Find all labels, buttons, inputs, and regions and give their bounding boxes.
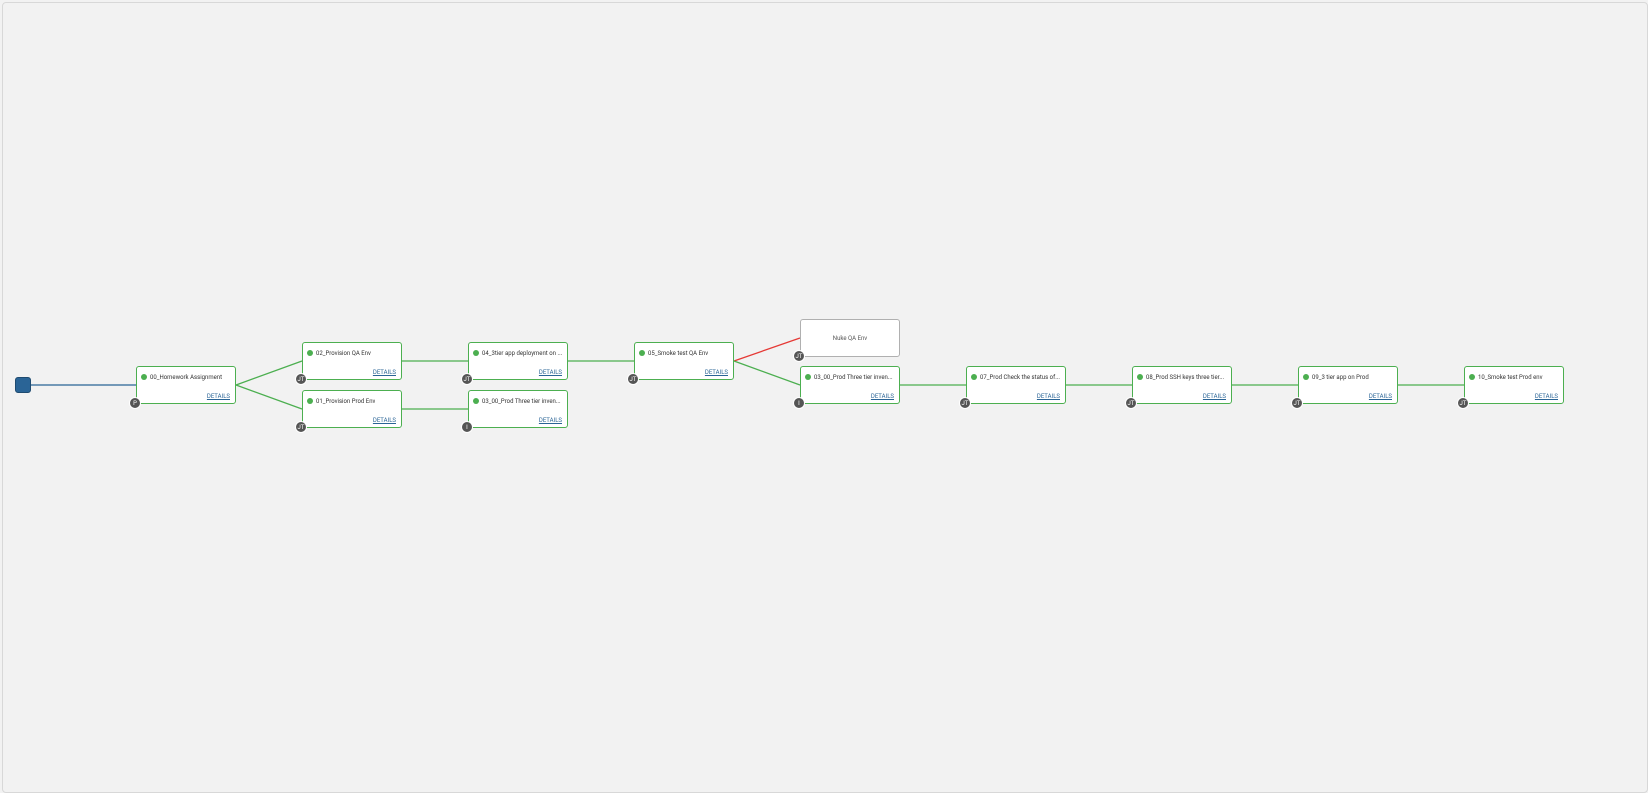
details-link[interactable]: DETAILS: [1203, 393, 1226, 400]
workflow-node[interactable]: 05_Smoke test QA Env DETAILS: [634, 342, 734, 380]
workflow-node[interactable]: 07_Prod Check the status of... DETAILS: [966, 366, 1066, 404]
node-header: 02_Provision QA Env: [303, 343, 401, 360]
details-link[interactable]: DETAILS: [871, 393, 894, 400]
details-link[interactable]: DETAILS: [539, 417, 562, 424]
node-title: 09_3 tier app on Prod: [1312, 374, 1369, 381]
workflow-node[interactable]: 01_Provision Prod Env DETAILS: [302, 390, 402, 428]
edge: [734, 361, 800, 385]
node-type-badge: JT: [1291, 397, 1303, 409]
status-dot-icon: [473, 398, 479, 404]
node-title: 05_Smoke test QA Env: [648, 350, 708, 357]
node-type-badge: P: [129, 397, 141, 409]
details-link[interactable]: DETAILS: [539, 369, 562, 376]
workflow-node[interactable]: 10_Smoke test Prod env DETAILS: [1464, 366, 1564, 404]
node-type-badge: I: [461, 421, 473, 433]
node-type-badge: JT: [1457, 397, 1469, 409]
workflow-node[interactable]: 03_00_Prod Three tier inven... DETAILS: [468, 390, 568, 428]
edge: [236, 361, 302, 385]
node-title: Nuke QA Env: [801, 320, 899, 356]
details-link[interactable]: DETAILS: [1369, 393, 1392, 400]
node-header: 07_Prod Check the status of...: [967, 367, 1065, 384]
workflow-node[interactable]: 04_3tier app deployment on ... DETAILS: [468, 342, 568, 380]
workflow-node[interactable]: 03_00_Prod Three tier inven... DETAILS: [800, 366, 900, 404]
node-title: 10_Smoke test Prod env: [1478, 374, 1543, 381]
node-title: 03_00_Prod Three tier inven...: [814, 374, 893, 381]
workflow-node[interactable]: 00_Homework Assignment DETAILS: [136, 366, 236, 404]
node-type-badge: JT: [295, 421, 307, 433]
node-title: 00_Homework Assignment: [150, 374, 222, 381]
status-dot-icon: [639, 350, 645, 356]
node-title: 04_3tier app deployment on ...: [482, 350, 562, 357]
edge: [734, 338, 800, 361]
node-header: 01_Provision Prod Env: [303, 391, 401, 408]
node-title: 01_Provision Prod Env: [316, 398, 375, 405]
workflow-node[interactable]: 09_3 tier app on Prod DETAILS: [1298, 366, 1398, 404]
node-header: 08_Prod SSH keys three tier...: [1133, 367, 1231, 384]
node-header: 04_3tier app deployment on ...: [469, 343, 567, 360]
details-link[interactable]: DETAILS: [373, 417, 396, 424]
node-type-badge: I: [793, 397, 805, 409]
node-header: 03_00_Prod Three tier inven...: [469, 391, 567, 408]
edge: [236, 385, 302, 409]
node-type-badge: JT: [295, 373, 307, 385]
node-header: 05_Smoke test QA Env: [635, 343, 733, 360]
node-title: 02_Provision QA Env: [316, 350, 371, 357]
node-title: 08_Prod SSH keys three tier...: [1146, 374, 1224, 381]
workflow-node[interactable]: 08_Prod SSH keys three tier... DETAILS: [1132, 366, 1232, 404]
status-dot-icon: [307, 398, 313, 404]
node-type-badge: JT: [627, 373, 639, 385]
details-link[interactable]: DETAILS: [1037, 393, 1060, 400]
details-link[interactable]: DETAILS: [373, 369, 396, 376]
node-type-badge: JT: [461, 373, 473, 385]
workflow-canvas[interactable]: 00_Homework Assignment DETAILS P 02_Provisi…: [2, 2, 1648, 793]
details-link[interactable]: DETAILS: [207, 393, 230, 400]
node-header: 00_Homework Assignment: [137, 367, 235, 384]
status-dot-icon: [1303, 374, 1309, 380]
node-header: 03_00_Prod Three tier inven...: [801, 367, 899, 384]
node-type-badge: JT: [793, 350, 805, 362]
node-title: 03_00_Prod Three tier inven...: [482, 398, 561, 405]
node-header: 09_3 tier app on Prod: [1299, 367, 1397, 384]
status-dot-icon: [971, 374, 977, 380]
status-dot-icon: [1469, 374, 1475, 380]
status-dot-icon: [1137, 374, 1143, 380]
status-dot-icon: [307, 350, 313, 356]
details-link[interactable]: DETAILS: [1535, 393, 1558, 400]
workflow-node[interactable]: Nuke QA Env: [800, 319, 900, 357]
node-header: 10_Smoke test Prod env: [1465, 367, 1563, 384]
start-node[interactable]: [15, 377, 31, 393]
status-dot-icon: [141, 374, 147, 380]
status-dot-icon: [805, 374, 811, 380]
node-type-badge: JT: [959, 397, 971, 409]
details-link[interactable]: DETAILS: [705, 369, 728, 376]
node-type-badge: JT: [1125, 397, 1137, 409]
status-dot-icon: [473, 350, 479, 356]
node-title: 07_Prod Check the status of...: [980, 374, 1060, 381]
workflow-node[interactable]: 02_Provision QA Env DETAILS: [302, 342, 402, 380]
